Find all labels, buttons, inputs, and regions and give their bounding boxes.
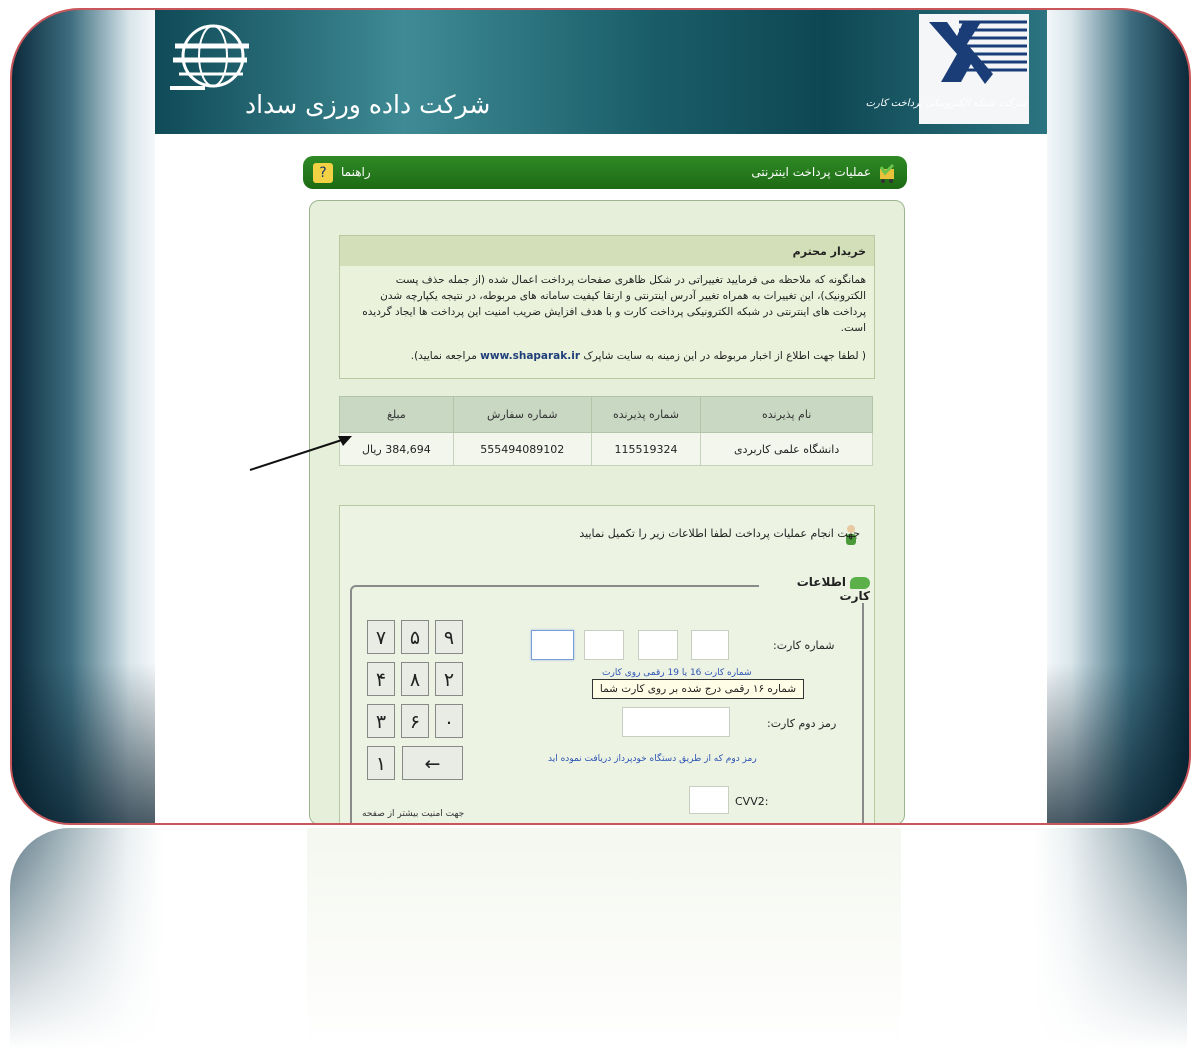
keypad-key[interactable]: ۶ [401, 704, 429, 738]
notice-footer-post: مراجعه نمایید). [410, 350, 477, 362]
screenshot-reflection [10, 828, 1187, 1061]
notice-box: خریدار محترم همانگونه که ملاحظه می فرمای… [339, 235, 875, 379]
form-instruction: جهت انجام عملیات پرداخت لطفا اطلاعات زیر… [579, 527, 860, 540]
cell-order-number: 555494089102 [452, 432, 592, 466]
notice-footer-pre: ( لطفا جهت اطلاع از اخبار مربوطه در این … [583, 350, 866, 362]
keypad-key[interactable]: ۳ [367, 704, 395, 738]
keypad-key[interactable]: ۷ [367, 620, 395, 654]
toolbar-title: عملیات پرداخت اینترنتی [751, 165, 871, 179]
card-number-hint-link[interactable]: شماره کارت 16 یا 19 رقمی روی کارت [602, 668, 752, 678]
sadad-globe-logo [170, 24, 249, 90]
notice-heading: خریدار محترم [340, 236, 874, 266]
card-number-field-1[interactable] [691, 630, 729, 660]
leaf-icon [850, 576, 870, 589]
screenshot-frame: شرکت داده ورزی سداد شرکت شبکه الکترونیکی… [10, 8, 1191, 825]
card-number-field-4[interactable] [531, 630, 574, 660]
keypad-key[interactable]: ۲ [435, 662, 463, 696]
card-number-field-2[interactable] [638, 630, 678, 660]
pin2-input[interactable] [622, 707, 730, 737]
card-form-panel: جهت انجام عملیات پرداخت لطفا اطلاعات زیر… [339, 505, 875, 823]
company-title-left: شرکت داده ورزی سداد [245, 90, 491, 119]
table-header-row: نام پذیرنده شماره پذیرنده شماره سفارش مب… [339, 396, 873, 433]
keypad-note: جهت امنیت بیشتر از صفحه [362, 809, 465, 819]
keypad-key[interactable]: ۹ [435, 620, 463, 654]
card-number-label: شماره کارت: [773, 639, 835, 652]
cart-icon [877, 163, 897, 183]
col-order-number: شماره سفارش [452, 396, 592, 433]
annotation-arrow-icon [249, 436, 352, 471]
company-title-right: شرکت شبکه الکترونیکی پرداخت کارت [865, 98, 1027, 109]
keypad-key[interactable]: ۰ [435, 704, 463, 738]
table-row: دانشگاه علمی کاربردی 115519324 555494089… [339, 432, 873, 466]
notice-body: همانگونه که ملاحظه می فرمایید تغییراتی د… [362, 274, 866, 334]
help-icon[interactable]: ? [313, 163, 333, 183]
help-link[interactable]: راهنما [341, 165, 371, 179]
shaparak-link[interactable]: www.shaparak.ir [480, 350, 580, 362]
reflection-fade [10, 828, 1187, 1061]
cell-merchant-name: دانشگاه علمی کاربردی [700, 432, 873, 466]
cell-merchant-id: 115519324 [590, 432, 702, 466]
cvv2-label: :CVV2 [735, 795, 769, 808]
merchant-table: نام پذیرنده شماره پذیرنده شماره سفارش مب… [339, 396, 873, 466]
notice-footer: ( لطفا جهت اطلاع از اخبار مربوطه در این … [340, 342, 874, 370]
keypad-key[interactable]: ۸ [401, 662, 429, 696]
keypad-key[interactable]: ۴ [367, 662, 395, 696]
card-info-legend: اطلاعات کارت [759, 575, 874, 603]
col-merchant-id: شماره پذیرنده [590, 396, 702, 433]
cvv2-input[interactable] [689, 786, 729, 814]
col-merchant-name: نام پذیرنده [700, 396, 873, 433]
keypad-backspace-key[interactable]: ← [402, 746, 463, 780]
pin2-hint-link[interactable]: رمز دوم که از طریق دستگاه خودپرداز دریاف… [548, 754, 757, 764]
card-number-field-3[interactable] [584, 630, 624, 660]
site-header: شرکت داده ورزی سداد شرکت شبکه الکترونیکی… [155, 10, 1047, 134]
card-number-tooltip: شماره ۱۶ رقمی درج شده بر روی کارت شما [592, 679, 804, 699]
pin2-label: رمز دوم کارت: [767, 717, 837, 730]
toolbar: عملیات پرداخت اینترنتی ? راهنما [303, 156, 907, 189]
keypad-key[interactable]: ۱ [367, 746, 395, 780]
keypad-key[interactable]: ۵ [401, 620, 429, 654]
